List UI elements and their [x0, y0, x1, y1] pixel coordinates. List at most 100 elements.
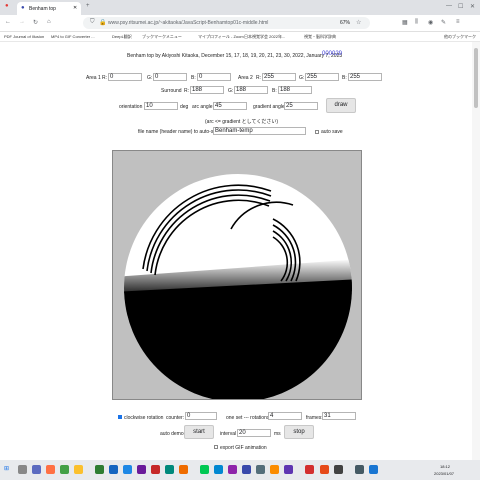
bookmark-item[interactable]: 視覚・脳科学辞典 — [304, 34, 336, 40]
export-gif-label: export GIF animation — [220, 445, 267, 451]
tab-title: Benham top — [29, 6, 56, 12]
surround-g-input[interactable]: 188 — [234, 86, 268, 94]
app-icon[interactable] — [284, 465, 293, 474]
word-icon[interactable] — [109, 465, 118, 474]
app-icon[interactable] — [369, 465, 378, 474]
app-icon[interactable] — [123, 465, 132, 474]
powerpoint-icon[interactable] — [151, 465, 160, 474]
frames-input[interactable]: 31 — [322, 412, 356, 420]
clockwise-label: clockwise rotation — [124, 415, 164, 421]
auto-save-checkbox[interactable] — [315, 130, 319, 134]
surround-r-label: R: — [184, 88, 189, 94]
orientation-label: orientation — [119, 104, 143, 110]
orientation-input[interactable]: 10 — [144, 102, 178, 110]
area2-r-input[interactable]: 255 — [262, 73, 296, 81]
taskbar-date[interactable]: 2023/01/07 — [434, 471, 454, 476]
bookmark-item[interactable]: DeepL翻訳 — [112, 34, 132, 40]
grid-icon[interactable]: ▦ — [402, 19, 408, 26]
app-icon[interactable] — [320, 465, 329, 474]
taskbar-time[interactable]: 18:12 — [440, 464, 450, 469]
area2-label: Area 2 — [238, 75, 253, 81]
start-icon[interactable]: ⊞ — [4, 465, 9, 472]
url-text: www.psy.ritsumei.ac.jp/~akitaoka/JavaScr… — [108, 20, 269, 26]
chrome-icon[interactable] — [60, 465, 69, 474]
home-icon[interactable]: ⌂ — [47, 19, 51, 25]
start-button[interactable]: start — [184, 425, 214, 439]
firefox-icon[interactable] — [46, 465, 55, 474]
surround-b-label: B: — [272, 88, 277, 94]
bookmark-item[interactable]: PDF Journal of Illusion — [4, 34, 44, 39]
bookmark-item[interactable]: 日本視覚学会 2022年... — [244, 34, 285, 40]
bookmark-item[interactable]: MP4 to GIF Converter ... — [51, 34, 95, 39]
app-icon[interactable] — [334, 465, 343, 474]
visit-counter-badge: 000029 — [322, 51, 343, 57]
area2-b-input[interactable]: 255 — [348, 73, 382, 81]
stop-button[interactable]: stop — [284, 425, 314, 439]
clockwise-checkbox[interactable] — [118, 415, 122, 419]
gradient-angle-input[interactable]: 25 — [284, 102, 318, 110]
explorer-icon[interactable] — [74, 465, 83, 474]
browser-tab[interactable]: ● Benham top ✕ — [17, 2, 81, 15]
auto-save-label: auto save — [321, 129, 343, 135]
area1-b-input[interactable]: 0 — [197, 73, 231, 81]
draw-button[interactable]: draw — [326, 98, 356, 113]
bookmark-item[interactable]: マイプロフィール - Zoom — [198, 34, 244, 40]
area1-r-input[interactable]: 0 — [108, 73, 142, 81]
forward-icon[interactable]: → — [19, 19, 25, 25]
area1-g-input[interactable]: 0 — [153, 73, 187, 81]
excel-icon[interactable] — [95, 465, 104, 474]
back-icon[interactable]: ← — [5, 19, 11, 25]
surround-label: Surround — [161, 88, 182, 94]
search-icon[interactable] — [18, 465, 27, 474]
bookmark-item[interactable]: 他のブックマーク — [444, 34, 476, 40]
app-icon[interactable] — [355, 465, 364, 474]
app-icon[interactable] — [165, 465, 174, 474]
lock-icon[interactable]: 🔒 — [99, 19, 106, 26]
bookmark-item[interactable]: ブックマークメニュー — [142, 34, 182, 40]
app-icon[interactable] — [214, 465, 223, 474]
interval-unit: ms — [274, 431, 281, 437]
area1-r-label: R: — [102, 75, 107, 81]
shield-icon[interactable]: ⛉ — [90, 19, 95, 26]
acrobat-icon[interactable] — [305, 465, 314, 474]
area2-g-input[interactable]: 255 — [305, 73, 339, 81]
extensions-icon[interactable]: ✎ — [441, 19, 446, 26]
app-icon[interactable] — [270, 465, 279, 474]
rotations-input[interactable]: 4 — [268, 412, 302, 420]
zoom-level[interactable]: 67% — [340, 20, 350, 26]
interval-input[interactable]: 20 — [237, 429, 271, 437]
taskbar — [0, 460, 480, 480]
gradient-angle-label: gradient angle — [253, 104, 285, 110]
surround-r-input[interactable]: 188 — [190, 86, 224, 94]
minimize-icon[interactable]: — — [446, 3, 452, 9]
task-view-icon[interactable] — [32, 465, 41, 474]
scrollbar-thumb[interactable] — [474, 48, 478, 108]
library-icon[interactable]: ⫼ — [415, 19, 418, 26]
benham-disk — [124, 174, 352, 399]
auto-demo-label: auto demo: — [160, 431, 186, 437]
zoom-icon[interactable] — [242, 465, 251, 474]
arc-angle-input[interactable]: 45 — [213, 102, 247, 110]
app-icon[interactable] — [228, 465, 237, 474]
area2-b-label: B: — [342, 75, 347, 81]
close-window-icon[interactable]: ✕ — [470, 3, 475, 10]
menu-icon[interactable]: ≡ — [456, 19, 460, 25]
app-icon[interactable] — [256, 465, 265, 474]
reload-icon[interactable]: ↻ — [33, 19, 38, 26]
benham-canvas[interactable] — [112, 150, 362, 400]
frames-label: frames: — [306, 415, 323, 421]
app-icon[interactable] — [137, 465, 146, 474]
maximize-icon[interactable]: ☐ — [458, 3, 463, 10]
filename-input[interactable]: Benham-temp — [213, 127, 306, 135]
line-icon[interactable] — [200, 465, 209, 474]
browser-logo-icon[interactable]: ● — [5, 3, 9, 9]
app-icon[interactable] — [179, 465, 188, 474]
account-icon[interactable]: ◉ — [428, 19, 433, 26]
export-gif-checkbox[interactable] — [214, 445, 218, 449]
new-tab-icon[interactable]: + — [86, 3, 90, 9]
surround-b-input[interactable]: 188 — [278, 86, 312, 94]
close-tab-icon[interactable]: ✕ — [73, 5, 77, 11]
site-favicon-icon: ● — [21, 5, 25, 11]
bookmark-star-icon[interactable]: ☆ — [356, 19, 361, 26]
counter-input[interactable]: 0 — [185, 412, 217, 420]
